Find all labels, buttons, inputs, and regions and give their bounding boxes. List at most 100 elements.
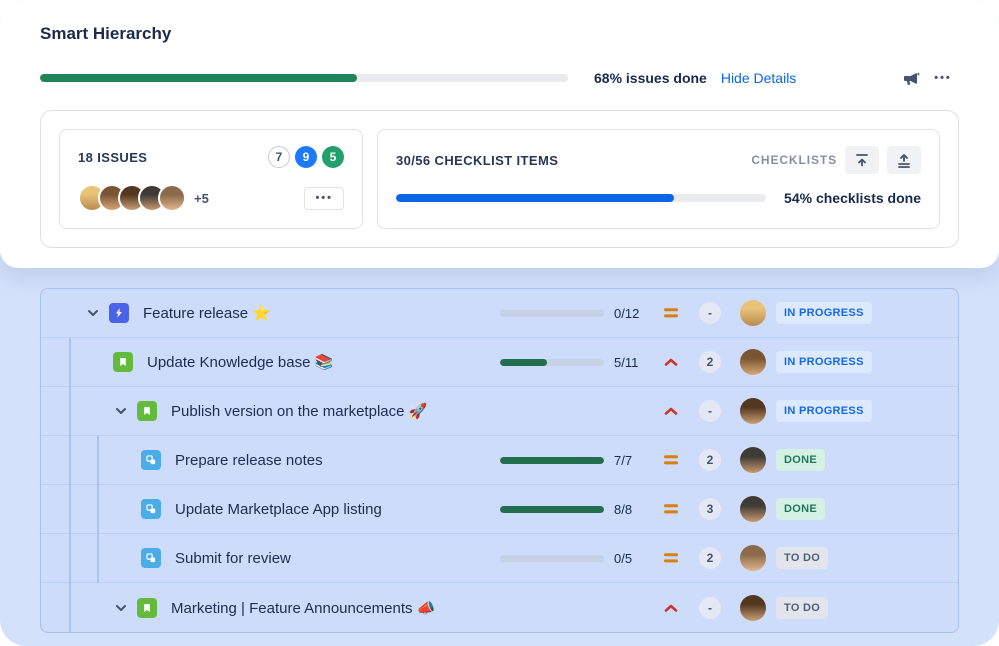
- table-row[interactable]: Submit for review 0/5 2 TO DO: [41, 534, 958, 583]
- summary-panel: 18 ISSUES 795 +5 ••• 30/56 CHECKLIST ITE…: [40, 110, 959, 248]
- checklist-count-column: 2: [690, 351, 730, 373]
- status-badge[interactable]: TO DO: [776, 547, 829, 569]
- priority-medium-icon: [664, 503, 678, 515]
- issues-progress-label: 68% issues done: [594, 70, 707, 86]
- assignee-column: [730, 447, 776, 473]
- checklist-count-column: -: [690, 400, 730, 422]
- checklist-count-badge[interactable]: -: [699, 596, 721, 619]
- row-progress-column: 8/8: [500, 502, 652, 517]
- expand-all-icon: [896, 152, 912, 168]
- assignee-avatar[interactable]: [740, 545, 766, 571]
- checklist-items-title: 30/56 CHECKLIST ITEMS: [396, 152, 559, 168]
- subtask-issue-type-icon: [141, 548, 161, 568]
- row-left: Publish version on the marketplace 🚀: [41, 401, 500, 421]
- assignee-column: [730, 349, 776, 375]
- story-issue-type-icon: [137, 597, 157, 618]
- issue-title[interactable]: Marketing | Feature Announcements 📣: [171, 599, 445, 617]
- assignee-avatar[interactable]: [740, 447, 766, 473]
- table-row[interactable]: Feature release ⭐ 0/12 - IN PROGRESS: [41, 289, 958, 338]
- issue-title[interactable]: Prepare release notes: [175, 452, 333, 469]
- checklists-label: CHECKLISTS: [751, 153, 837, 167]
- issues-progress-track: [40, 74, 568, 82]
- chevron-down-icon[interactable]: [113, 403, 137, 419]
- story-issue-type-icon: [113, 352, 133, 372]
- smart-hierarchy-widget: Smart Hierarchy 68% issues done Hide Det…: [0, 0, 999, 646]
- collapse-all-icon: [854, 152, 870, 168]
- checklist-summary-card: 30/56 CHECKLIST ITEMS CHECKLISTS 54% che…: [377, 129, 940, 229]
- assignee-avatar[interactable]: [740, 349, 766, 375]
- row-progress-count: 0/12: [614, 305, 640, 321]
- checklist-count-badge[interactable]: 2: [699, 547, 721, 569]
- issue-count-badge[interactable]: 7: [268, 146, 290, 168]
- row-left: Update Marketplace App listing: [41, 499, 500, 519]
- issues-summary-card: 18 ISSUES 795 +5 •••: [59, 129, 363, 229]
- checklist-count-column: -: [690, 596, 730, 619]
- checklist-count-badge[interactable]: 3: [699, 498, 721, 520]
- table-row[interactable]: Publish version on the marketplace 🚀 - I…: [41, 387, 958, 436]
- row-progress-column: [500, 408, 652, 415]
- extra-avatars-count: +5: [194, 190, 209, 206]
- row-left: Feature release ⭐: [41, 303, 500, 323]
- avatar[interactable]: [158, 184, 186, 212]
- table-row[interactable]: Marketing | Feature Announcements 📣 - TO…: [41, 583, 958, 632]
- checklist-count-badge[interactable]: 2: [699, 351, 721, 373]
- issue-count-badge[interactable]: 9: [295, 146, 317, 168]
- status-badge[interactable]: DONE: [776, 498, 825, 520]
- table-row[interactable]: Prepare release notes 7/7 2 DONE: [41, 436, 958, 485]
- table-row[interactable]: Update Marketplace App listing 8/8 3 DON…: [41, 485, 958, 534]
- row-progress-count: 0/5: [614, 550, 633, 566]
- status-column: TO DO: [776, 596, 894, 619]
- hide-details-link[interactable]: Hide Details: [721, 70, 796, 86]
- status-column: IN PROGRESS: [776, 400, 894, 422]
- status-column: TO DO: [776, 547, 894, 569]
- issues-avatars: [78, 184, 186, 212]
- priority-column: [652, 454, 690, 466]
- status-column: DONE: [776, 498, 894, 520]
- chevron-down-icon[interactable]: [85, 305, 109, 321]
- checklist-count-badge[interactable]: 2: [699, 449, 721, 471]
- checklist-count-badge[interactable]: -: [699, 400, 721, 422]
- status-badge[interactable]: IN PROGRESS: [776, 302, 872, 324]
- row-left: Prepare release notes: [41, 450, 500, 470]
- assignee-avatar[interactable]: [740, 300, 766, 326]
- priority-column: [652, 405, 690, 417]
- chevron-down-icon[interactable]: [113, 600, 137, 616]
- row-progress-column: 5/11: [500, 355, 652, 370]
- assignee-avatar[interactable]: [740, 496, 766, 522]
- priority-column: [652, 552, 690, 564]
- assignee-column: [730, 496, 776, 522]
- collapse-all-button[interactable]: [845, 146, 879, 174]
- issue-title[interactable]: Publish version on the marketplace 🚀: [171, 402, 437, 420]
- row-progress-count: 8/8: [614, 501, 633, 517]
- status-badge[interactable]: IN PROGRESS: [776, 400, 872, 422]
- issues-more-button[interactable]: •••: [304, 186, 344, 210]
- priority-column: [652, 602, 690, 614]
- header-more-button[interactable]: •••: [927, 64, 959, 92]
- status-badge[interactable]: DONE: [776, 449, 825, 471]
- priority-high-icon: [664, 602, 678, 614]
- announcements-button[interactable]: [895, 64, 927, 92]
- checklist-count-column: -: [690, 302, 730, 324]
- page-title: Smart Hierarchy: [40, 24, 172, 43]
- issue-title[interactable]: Update Knowledge base 📚: [147, 353, 343, 371]
- issue-title[interactable]: Feature release ⭐: [143, 304, 281, 322]
- table-row[interactable]: Update Knowledge base 📚 5/11 2 IN PROGRE…: [41, 338, 958, 387]
- status-badge[interactable]: IN PROGRESS: [776, 351, 872, 373]
- status-badge[interactable]: TO DO: [776, 596, 829, 619]
- row-progress-fill: [500, 456, 604, 464]
- row-progress-column: 0/12: [500, 306, 652, 321]
- priority-high-icon: [664, 405, 678, 417]
- expand-all-button[interactable]: [887, 146, 921, 174]
- issue-count-badge[interactable]: 5: [322, 146, 344, 168]
- row-left: Update Knowledge base 📚: [41, 352, 500, 372]
- assignee-avatar[interactable]: [740, 398, 766, 424]
- priority-medium-icon: [664, 307, 678, 319]
- assignee-avatar[interactable]: [740, 594, 766, 621]
- assignee-column: [730, 594, 776, 621]
- issue-title[interactable]: Submit for review: [175, 550, 301, 567]
- row-left: Marketing | Feature Announcements 📣: [41, 597, 500, 618]
- issue-title[interactable]: Update Marketplace App listing: [175, 501, 392, 518]
- checklist-count-badge[interactable]: -: [699, 302, 721, 324]
- row-progress-column: [500, 604, 652, 611]
- issues-progress-fill: [40, 74, 357, 82]
